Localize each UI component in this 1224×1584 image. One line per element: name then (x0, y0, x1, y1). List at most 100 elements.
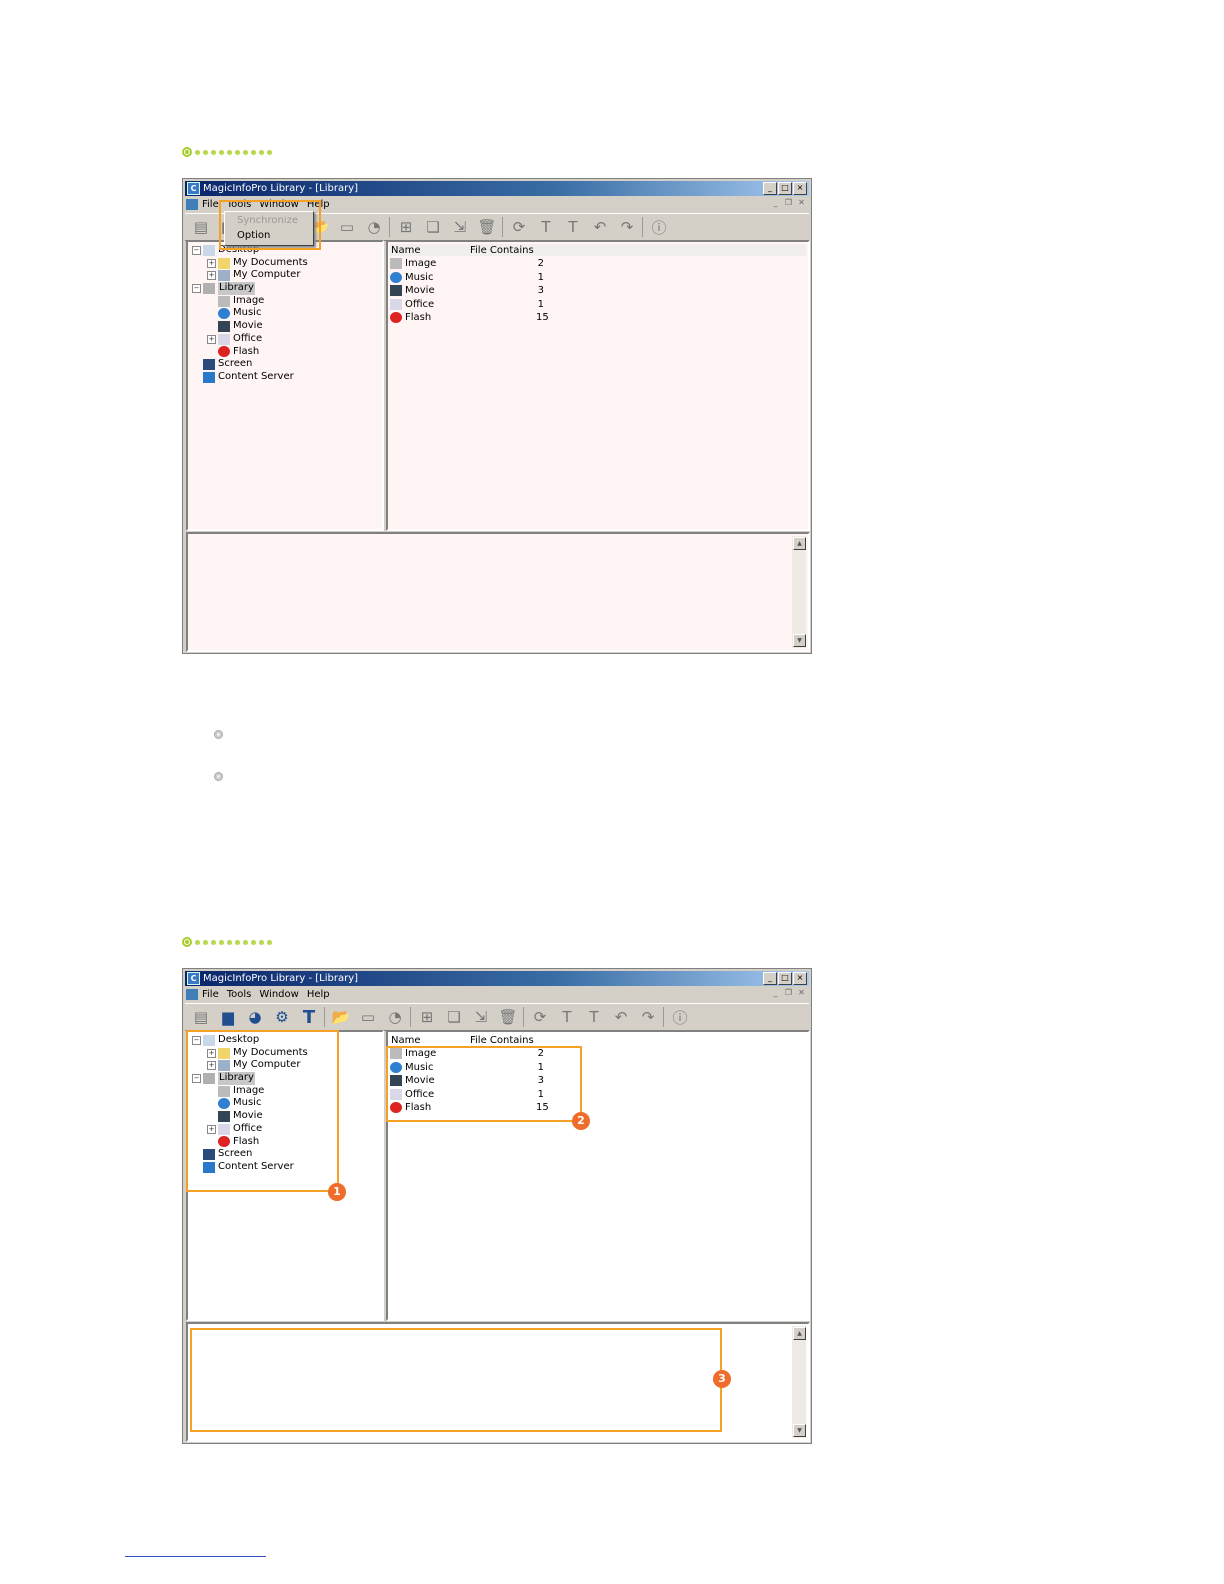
refresh-icon[interactable]: ⟳ (508, 216, 530, 238)
tree-label: My Documents (233, 256, 308, 268)
tree-item-library[interactable]: − Library (192, 282, 308, 295)
text-in-icon[interactable]: T (556, 1006, 578, 1028)
tree-label: Movie (233, 320, 263, 332)
undo-icon[interactable]: ↶ (589, 216, 611, 238)
computer-icon (218, 270, 230, 282)
mdi-restore-icon[interactable]: ❐ (783, 988, 794, 998)
info-icon[interactable]: ⓘ (648, 216, 670, 238)
flash-icon (218, 346, 230, 358)
highlight-log-pane (190, 1328, 722, 1432)
column-header-file-contains[interactable]: File Contains (470, 245, 534, 256)
column-header-name[interactable]: Name (391, 1035, 421, 1046)
vertical-scrollbar[interactable]: ▲ ▼ (792, 536, 806, 648)
tree-label: Library (218, 282, 255, 295)
delete-icon[interactable]: 🗑 (497, 1006, 519, 1028)
tree-item-my-computer[interactable]: + My Computer (192, 269, 308, 282)
mdi-close-icon[interactable]: ✕ (796, 198, 807, 208)
mdi-close-icon[interactable]: ✕ (796, 988, 807, 998)
tree-item-screen[interactable]: Screen (192, 358, 308, 371)
highlight-tools-menu (219, 200, 321, 250)
redo-icon[interactable]: ↷ (637, 1006, 659, 1028)
maximize-button[interactable]: □ (778, 972, 792, 985)
folder-icon (218, 257, 230, 269)
move-icon[interactable]: ⇲ (449, 216, 471, 238)
image-icon (390, 258, 402, 269)
tree-label: Office (233, 332, 263, 344)
tree-item-music[interactable]: Music (192, 307, 308, 320)
menu-window[interactable]: Window (259, 989, 298, 1000)
library-icon[interactable]: ▤ (190, 216, 212, 238)
scroll-up-icon[interactable]: ▲ (793, 1327, 806, 1340)
section-header-bullets (182, 145, 272, 159)
text-in-icon[interactable]: T (535, 216, 557, 238)
list-header: Name File Contains (390, 244, 806, 256)
scroll-up-icon[interactable]: ▲ (793, 537, 806, 550)
save-icon[interactable]: ▭ (357, 1006, 379, 1028)
row-name: Movie (405, 285, 435, 296)
tree-label: Music (233, 307, 262, 319)
copy-icon[interactable]: ❏ (443, 1006, 465, 1028)
library-icon (203, 282, 215, 294)
column-header-file-contains[interactable]: File Contains (470, 1035, 534, 1046)
preview-icon[interactable]: ◔ (363, 216, 385, 238)
minimize-button[interactable]: _ (763, 182, 777, 195)
file-list-pane: Name File Contains Image 2 Music 1 Movie 3 … (386, 240, 810, 531)
menu-file[interactable]: File (202, 989, 219, 1000)
close-button[interactable]: × (793, 972, 807, 985)
office-icon (218, 333, 230, 345)
tree-item-image[interactable]: Image (192, 295, 308, 308)
close-button[interactable]: × (793, 182, 807, 195)
list-row[interactable]: Office 1 (390, 298, 544, 311)
scroll-down-icon[interactable]: ▼ (793, 634, 806, 647)
save-icon[interactable]: ▭ (336, 216, 358, 238)
move-icon[interactable]: ⇲ (470, 1006, 492, 1028)
mdi-restore-icon[interactable]: ❐ (783, 198, 794, 208)
row-name: Flash (405, 312, 432, 323)
settings-gear-icon[interactable]: ⚙ (271, 1006, 293, 1028)
open-folder-icon[interactable]: 📂 (330, 1006, 352, 1028)
add-file-icon[interactable]: ⊞ (416, 1006, 438, 1028)
list-row[interactable]: Music 1 (390, 271, 544, 284)
tree-item-content-server[interactable]: Content Server (192, 371, 308, 384)
delete-icon[interactable]: 🗑 (476, 216, 498, 238)
highlight-file-list (386, 1046, 582, 1122)
column-header-name[interactable]: Name (391, 245, 421, 256)
redo-icon[interactable]: ↷ (616, 216, 638, 238)
text-out-icon[interactable]: T (562, 216, 584, 238)
tree-item-flash[interactable]: Flash (192, 346, 308, 359)
tree-item-office[interactable]: + Office (192, 333, 308, 346)
mdi-minimize-icon[interactable]: _ (770, 988, 781, 998)
tree-item-my-documents[interactable]: + My Documents (192, 257, 308, 270)
copy-icon[interactable]: ❏ (422, 216, 444, 238)
row-count: 15 (536, 312, 549, 323)
menu-bar: File Tools Window Help _ ❐ ✕ (185, 987, 809, 1001)
preview-icon[interactable]: ◔ (384, 1006, 406, 1028)
list-row[interactable]: Movie 3 (390, 284, 544, 297)
undo-icon[interactable]: ↶ (610, 1006, 632, 1028)
minimize-button[interactable]: _ (763, 972, 777, 985)
refresh-icon[interactable]: ⟳ (529, 1006, 551, 1028)
mdi-minimize-icon[interactable]: _ (770, 198, 781, 208)
text-icon[interactable]: T (298, 1006, 320, 1028)
add-file-icon[interactable]: ⊞ (395, 216, 417, 238)
title-bar: C MagicInfoPro Library - [Library] _ □ × (185, 181, 809, 196)
maximize-button[interactable]: □ (778, 182, 792, 195)
info-icon[interactable]: ⓘ (669, 1006, 691, 1028)
screen-icon[interactable]: ▆ (217, 1006, 239, 1028)
menu-tools[interactable]: Tools (227, 989, 252, 1000)
text-out-icon[interactable]: T (583, 1006, 605, 1028)
menu-help[interactable]: Help (307, 989, 330, 1000)
menu-file[interactable]: File (202, 199, 219, 210)
row-name: Image (405, 258, 437, 269)
folder-tree-pane: − Desktop + My Documents + My Computer − Lib… (186, 240, 384, 531)
library-icon[interactable]: ▤ (190, 1006, 212, 1028)
vertical-scrollbar[interactable]: ▲ ▼ (792, 1326, 806, 1438)
list-row[interactable]: Image 2 (390, 257, 544, 270)
footer-link-underline[interactable] (125, 1556, 266, 1557)
music-icon (218, 308, 230, 320)
tree-item-movie[interactable]: Movie (192, 320, 308, 333)
row-count: 1 (537, 271, 544, 283)
schedule-icon[interactable]: ◕ (244, 1006, 266, 1028)
list-row[interactable]: Flash 15 (390, 311, 549, 324)
scroll-down-icon[interactable]: ▼ (793, 1424, 806, 1437)
